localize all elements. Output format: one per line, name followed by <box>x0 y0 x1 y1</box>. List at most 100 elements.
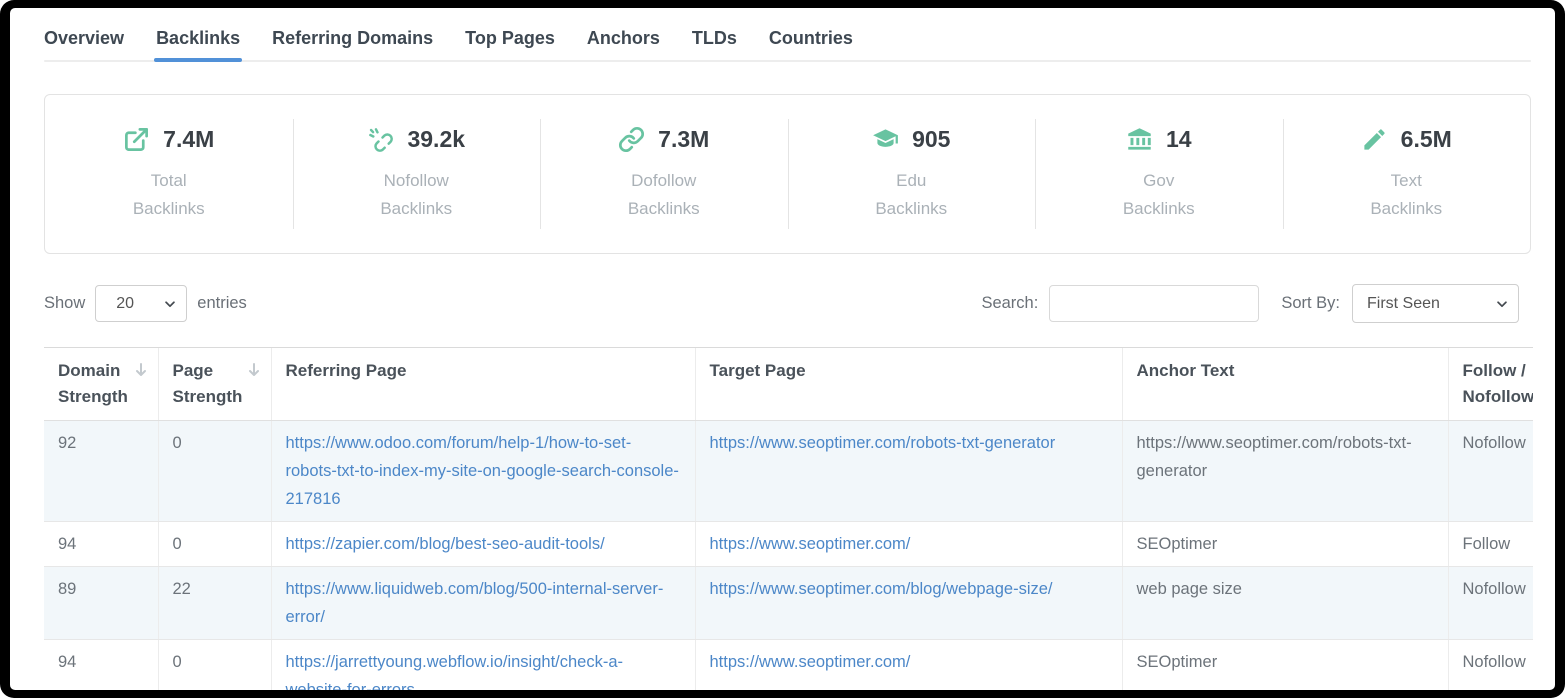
stat-label-line: Backlinks <box>133 195 205 223</box>
tab-overview[interactable]: Overview <box>44 18 124 62</box>
stat-label: Total Backlinks <box>133 167 205 223</box>
sort-down-icon[interactable] <box>246 362 262 378</box>
domain-strength-cell: 94 <box>44 522 158 567</box>
stat-card-gov-backlinks: 14 Gov Backlinks <box>1035 95 1283 253</box>
column-header-domain-strength[interactable]: Domain Strength <box>44 348 158 421</box>
page-strength-cell: 0 <box>158 522 271 567</box>
column-label: Target Page <box>710 361 806 380</box>
domain-strength-cell: 89 <box>44 567 158 640</box>
sort-by-label: Sort By: <box>1281 294 1340 313</box>
tab-top-pages[interactable]: Top Pages <box>465 18 555 62</box>
content-frame: Overview Backlinks Referring Domains Top… <box>10 8 1555 690</box>
search-input[interactable] <box>1049 285 1259 322</box>
follow-cell: Nofollow <box>1448 567 1533 640</box>
stat-label-line: Nofollow <box>380 167 452 195</box>
table-row: 94 0 https://zapier.com/blog/best-seo-au… <box>44 522 1533 567</box>
anchor-text-cell: https://www.seoptimer.com/robots-txt-gen… <box>1122 421 1448 522</box>
backlinks-table: Domain Strength Page Strength Referring … <box>44 347 1533 690</box>
referring-page-cell: https://www.liquidweb.com/blog/500-inter… <box>271 567 695 640</box>
search-label: Search: <box>981 294 1038 313</box>
column-header-follow-nofollow[interactable]: Follow / Nofollow <box>1448 348 1533 421</box>
stat-card-dofollow-backlinks: 7.3M Dofollow Backlinks <box>540 95 788 253</box>
entries-control: Show 20 entries <box>44 285 257 322</box>
stat-label: Gov Backlinks <box>1123 167 1195 223</box>
entries-label: entries <box>197 294 247 313</box>
column-header-target-page[interactable]: Target Page <box>695 348 1122 421</box>
tab-referring-domains[interactable]: Referring Domains <box>272 18 433 62</box>
referring-page-link[interactable]: https://www.odoo.com/forum/help-1/how-to… <box>286 434 679 508</box>
stat-top: 7.3M <box>618 126 709 153</box>
target-page-cell: https://www.seoptimer.com/blog/webpage-s… <box>695 567 1122 640</box>
stat-label-line: Gov <box>1123 167 1195 195</box>
referring-page-cell: https://jarrettyoung.webflow.io/insight/… <box>271 640 695 691</box>
referring-page-link[interactable]: https://zapier.com/blog/best-seo-audit-t… <box>286 535 605 553</box>
page-strength-cell: 22 <box>158 567 271 640</box>
sort-by-select[interactable]: First Seen <box>1352 284 1519 323</box>
stat-top: 905 <box>872 126 950 153</box>
table-row: 89 22 https://www.liquidweb.com/blog/500… <box>44 567 1533 640</box>
stat-label: Text Backlinks <box>1370 167 1442 223</box>
pencil-icon <box>1361 126 1388 153</box>
column-header-anchor-text[interactable]: Anchor Text <box>1122 348 1448 421</box>
show-label: Show <box>44 294 85 313</box>
link-icon <box>618 126 645 153</box>
follow-cell: Nofollow <box>1448 421 1533 522</box>
stat-label-line: Text <box>1370 167 1442 195</box>
column-label: Anchor Text <box>1137 361 1235 380</box>
backlinks-table-container: Domain Strength Page Strength Referring … <box>44 347 1533 690</box>
anchor-text-cell: SEOptimer <box>1122 640 1448 691</box>
referring-page-link[interactable]: https://jarrettyoung.webflow.io/insight/… <box>286 653 624 690</box>
referring-page-cell: https://www.odoo.com/forum/help-1/how-to… <box>271 421 695 522</box>
sort-down-icon[interactable] <box>133 362 149 378</box>
follow-cell: Nofollow <box>1448 640 1533 691</box>
stat-label-line: Backlinks <box>1370 195 1442 223</box>
tab-tlds[interactable]: TLDs <box>692 18 737 62</box>
stat-label-line: Dofollow <box>628 167 700 195</box>
table-row: 94 0 https://jarrettyoung.webflow.io/ins… <box>44 640 1533 691</box>
anchor-text-cell: web page size <box>1122 567 1448 640</box>
column-header-referring-page[interactable]: Referring Page <box>271 348 695 421</box>
target-page-cell: https://www.seoptimer.com/ <box>695 522 1122 567</box>
target-page-link[interactable]: https://www.seoptimer.com/ <box>710 535 911 553</box>
domain-strength-cell: 94 <box>44 640 158 691</box>
stat-value: 7.3M <box>658 126 709 153</box>
stat-value: 7.4M <box>163 126 214 153</box>
target-page-link[interactable]: https://www.seoptimer.com/blog/webpage-s… <box>710 580 1053 598</box>
target-page-cell: https://www.seoptimer.com/robots-txt-gen… <box>695 421 1122 522</box>
table-row: 92 0 https://www.odoo.com/forum/help-1/h… <box>44 421 1533 522</box>
bank-icon <box>1126 126 1153 153</box>
stat-card-edu-backlinks: 905 Edu Backlinks <box>788 95 1036 253</box>
follow-cell: Follow <box>1448 522 1533 567</box>
stat-label-line: Backlinks <box>628 195 700 223</box>
page-strength-cell: 0 <box>158 640 271 691</box>
stat-top: 14 <box>1126 126 1192 153</box>
stat-value: 39.2k <box>407 126 465 153</box>
stat-label-line: Edu <box>875 167 947 195</box>
search-sort-controls: Search: Sort By: First Seen <box>981 284 1519 323</box>
stat-label-line: Backlinks <box>1123 195 1195 223</box>
stat-card-text-backlinks: 6.5M Text Backlinks <box>1283 95 1531 253</box>
stat-value: 905 <box>912 126 950 153</box>
broken-link-icon <box>367 126 394 153</box>
stat-card-nofollow-backlinks: 39.2k Nofollow Backlinks <box>293 95 541 253</box>
stat-top: 7.4M <box>123 126 214 153</box>
target-page-link[interactable]: https://www.seoptimer.com/robots-txt-gen… <box>710 434 1056 452</box>
column-header-page-strength[interactable]: Page Strength <box>158 348 271 421</box>
tab-anchors[interactable]: Anchors <box>587 18 660 62</box>
stat-card-total-backlinks: 7.4M Total Backlinks <box>45 95 293 253</box>
column-label: Page Strength <box>173 361 243 406</box>
stat-top: 6.5M <box>1361 126 1452 153</box>
entries-select[interactable]: 20 <box>95 285 187 322</box>
tab-countries[interactable]: Countries <box>769 18 853 62</box>
referring-page-link[interactable]: https://www.liquidweb.com/blog/500-inter… <box>286 580 664 626</box>
stat-label-line: Total <box>133 167 205 195</box>
tab-backlinks[interactable]: Backlinks <box>156 18 240 62</box>
table-controls: Show 20 entries Search: Sort By: Fi <box>44 284 1519 323</box>
stat-top: 39.2k <box>367 126 465 153</box>
page-strength-cell: 0 <box>158 421 271 522</box>
stat-label: Dofollow Backlinks <box>628 167 700 223</box>
stat-label-line: Backlinks <box>380 195 452 223</box>
target-page-cell: https://www.seoptimer.com/ <box>695 640 1122 691</box>
target-page-link[interactable]: https://www.seoptimer.com/ <box>710 653 911 671</box>
referring-page-cell: https://zapier.com/blog/best-seo-audit-t… <box>271 522 695 567</box>
